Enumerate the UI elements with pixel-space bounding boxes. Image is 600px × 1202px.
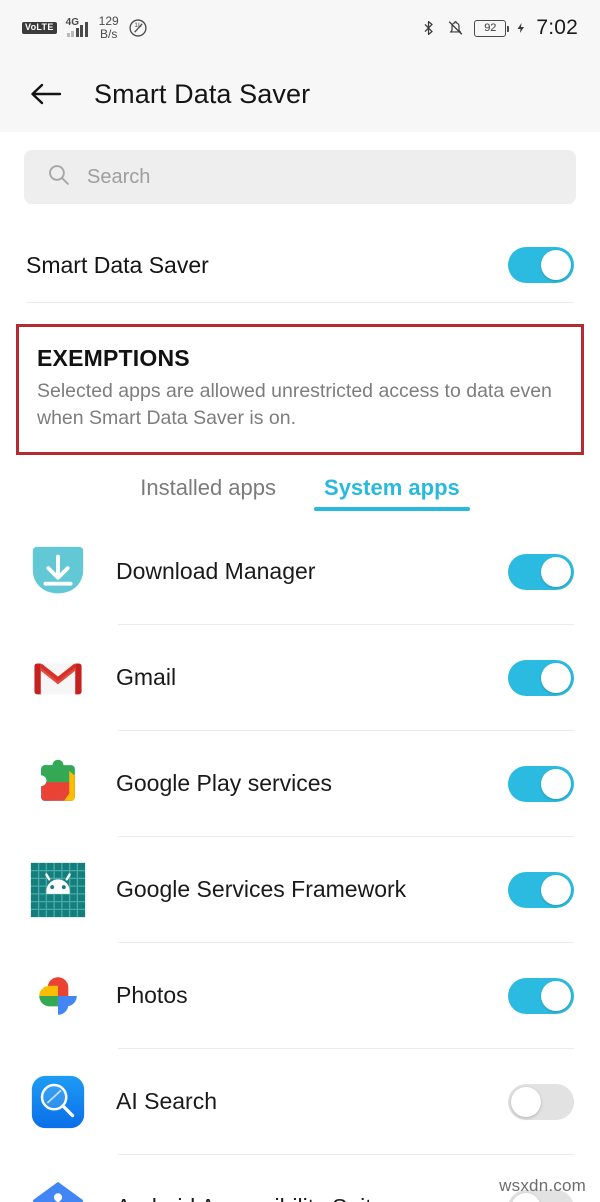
charging-bolt-icon	[515, 18, 527, 38]
search-icon	[46, 162, 71, 192]
app-list-item[interactable]: Download Manager	[0, 519, 600, 625]
toggle-knob	[541, 874, 571, 905]
search-placeholder: Search	[87, 165, 151, 188]
exemptions-highlight-box: EXEMPTIONS Selected apps are allowed unr…	[16, 324, 584, 455]
page-title: Smart Data Saver	[94, 78, 311, 109]
status-bar-right: 92 7:02	[420, 16, 578, 40]
status-bar: VoLTE 4G 129 B/s 1L 92 7:02	[0, 0, 600, 56]
app-bar: Smart Data Saver	[0, 56, 600, 132]
volte-badge-icon: VoLTE	[22, 22, 57, 34]
google-play-services-icon	[24, 750, 92, 818]
ai-search-icon	[24, 1068, 92, 1136]
app-name: AI Search	[116, 1088, 217, 1115]
android-accessibility-suite-icon	[24, 1174, 92, 1202]
search-container: Search	[0, 132, 600, 204]
smart-data-saver-toggle[interactable]	[508, 247, 574, 283]
download-manager-icon	[24, 538, 92, 606]
app-list-item[interactable]: Google Services Framework	[0, 837, 600, 943]
app-list-item[interactable]: Google Play services	[0, 731, 600, 837]
watermark: wsxdn.com	[499, 1176, 586, 1195]
battery-percent-label: 92	[484, 22, 497, 34]
toggle-knob	[511, 1086, 541, 1117]
app-list-item[interactable]: Photos	[0, 943, 600, 1049]
network-speed-indicator: 129 B/s	[99, 15, 119, 40]
smart-data-saver-label: Smart Data Saver	[26, 251, 209, 278]
app-toggle[interactable]	[508, 1083, 574, 1120]
app-list-item[interactable]: Gmail	[0, 625, 600, 731]
gmail-icon	[24, 644, 92, 712]
bluetooth-icon	[420, 18, 437, 38]
data-saver-icon: 1L	[128, 18, 148, 38]
tab-system-apps[interactable]: System apps	[314, 467, 470, 511]
app-toggle[interactable]	[508, 659, 574, 696]
notifications-off-icon	[446, 18, 465, 38]
app-name: Google Services Framework	[116, 876, 407, 903]
toggle-knob	[541, 662, 571, 693]
toggle-knob	[541, 556, 571, 587]
status-bar-clock: 7:02	[536, 16, 578, 39]
network-speed-unit: B/s	[100, 27, 118, 41]
app-name: Photos	[116, 982, 188, 1009]
app-toggle[interactable]	[508, 553, 574, 590]
app-name: Download Manager	[116, 558, 316, 585]
tab-installed-apps[interactable]: Installed apps	[130, 467, 286, 511]
google-services-framework-icon	[24, 856, 92, 924]
smart-data-saver-row[interactable]: Smart Data Saver	[0, 228, 600, 302]
toggle-knob	[541, 250, 571, 280]
status-bar-left: VoLTE 4G 129 B/s 1L	[22, 15, 420, 40]
toggle-knob	[541, 768, 571, 799]
signal-strength-icon: 4G	[65, 16, 88, 37]
app-toggle[interactable]	[508, 977, 574, 1014]
battery-indicator: 92	[474, 19, 510, 37]
google-photos-icon	[24, 962, 92, 1030]
app-name: Gmail	[116, 664, 177, 691]
tab-bar: Installed apps System apps	[0, 467, 600, 511]
app-toggle[interactable]	[508, 765, 574, 802]
app-name: Android Accessibility Suite	[116, 1194, 508, 1202]
divider	[26, 302, 574, 303]
exemptions-description: Selected apps are allowed unrestricted a…	[37, 380, 552, 429]
toggle-knob	[541, 980, 571, 1011]
app-list: Download Manager Gmail Google Play servi…	[0, 519, 600, 1202]
search-input[interactable]: Search	[24, 150, 576, 204]
app-list-item[interactable]: AI Search	[0, 1049, 600, 1155]
app-name: Google Play services	[116, 770, 333, 797]
app-toggle[interactable]	[508, 871, 574, 908]
exemptions-title: EXEMPTIONS	[37, 345, 190, 371]
phone-screen: VoLTE 4G 129 B/s 1L 92 7:02 Smart Data S…	[0, 0, 600, 1202]
back-arrow-icon[interactable]	[26, 74, 66, 114]
network-type-label: 4G	[65, 16, 80, 28]
